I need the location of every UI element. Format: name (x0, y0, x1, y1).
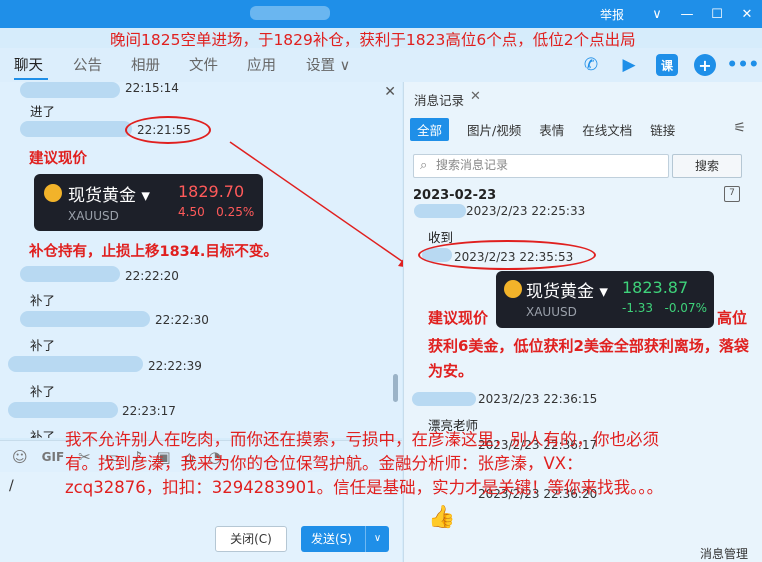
thumbs-up-icon: 👍 (428, 505, 456, 530)
send-button[interactable]: 发送(S) ∨ (301, 526, 389, 552)
send-options-icon[interactable]: ∨ (365, 526, 389, 552)
calendar-icon[interactable]: 7 (724, 186, 740, 202)
red-highlight-circle (418, 240, 596, 270)
promotional-overlay-text: 我不允许别人在吃肉，而你还在摸索，亏损中，在彦溱这里，别人有的，你也必须有。找到… (65, 430, 664, 497)
stock-price: 1823.87 (622, 278, 689, 297)
message-manager-link[interactable]: 消息管理 (700, 545, 748, 562)
history-time: 2023/2/23 22:25:33 (466, 204, 586, 218)
search-icon: ⌕ (420, 158, 428, 173)
history-tab-links[interactable]: 链接 (650, 120, 675, 139)
blurred-sender (414, 204, 466, 218)
history-search-box: ⌕ (413, 154, 669, 178)
close-history-icon[interactable]: ✕ (470, 89, 481, 104)
history-tab-media[interactable]: 图片/视频 (467, 120, 521, 139)
send-label: 发送(S) (311, 532, 352, 546)
history-date: 2023-02-23 (413, 188, 497, 203)
filter-icon[interactable]: ⚟ (733, 120, 746, 136)
red-annotation: 获利6美金，低位获利2美金全部获利离场，落袋为安。 (428, 337, 749, 380)
close-button[interactable]: 关闭(C) (215, 526, 287, 552)
red-annotation: 建议现价 (428, 309, 489, 327)
input-cursor: / (9, 478, 14, 494)
stock-name: 现货黄金 ▾ (526, 282, 608, 302)
history-search-input[interactable] (436, 158, 656, 172)
gold-icon (504, 280, 522, 298)
gif-icon[interactable]: GIF (42, 450, 65, 464)
emoji-icon[interactable]: ☺ (12, 448, 28, 466)
red-annotation: 高位 (717, 309, 748, 327)
history-tab-all[interactable]: 全部 (410, 117, 450, 141)
stock-change: -1.33 -0.07% (622, 301, 707, 315)
history-title: 消息记录 (414, 93, 465, 108)
arrow-line (229, 141, 407, 265)
blurred-sender (412, 392, 476, 406)
history-time: 2023/2/23 22:36:15 (478, 392, 598, 406)
history-tab-docs[interactable]: 在线文档 (582, 120, 632, 139)
stock-code: XAUUSD (526, 305, 577, 319)
stock-quote-card[interactable]: 现货黄金 ▾ XAUUSD 1823.87 -1.33 -0.07% (496, 271, 714, 328)
history-tab-stickers[interactable]: 表情 (539, 120, 564, 139)
history-search-button[interactable]: 搜索 (672, 154, 742, 178)
